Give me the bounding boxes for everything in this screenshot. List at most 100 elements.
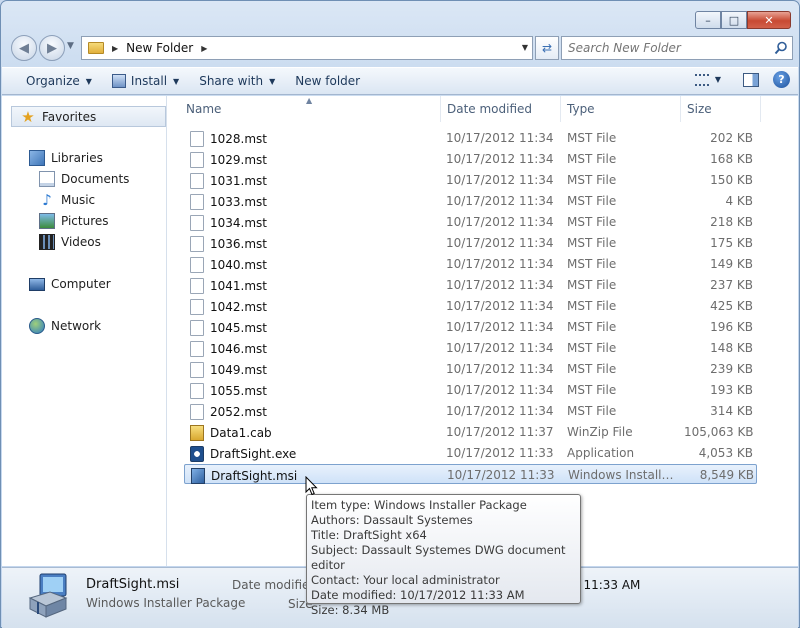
file-type-cell: MST File	[567, 194, 617, 208]
file-row[interactable]: 1029.mst 10/17/2012 11:34 ... MST File 168 …	[184, 149, 757, 169]
file-size-cell: 149 KB	[710, 257, 753, 271]
file-row[interactable]: DraftSight.msi 10/17/2012 11:33 ... Window…	[184, 464, 757, 484]
column-header-size[interactable]: Size	[681, 96, 761, 122]
file-name-cell: 1040.mst	[190, 257, 440, 273]
file-name: 1045.mst	[210, 321, 267, 335]
document-icon	[190, 215, 204, 231]
file-name-cell: 1028.mst	[190, 131, 440, 147]
file-type-cell: MST File	[567, 257, 617, 271]
chevron-down-icon: ▼	[269, 76, 276, 86]
column-header-date[interactable]: Date modified	[441, 96, 561, 122]
file-name: 1041.mst	[210, 279, 267, 293]
file-date-cell: 10/17/2012 11:33 ...	[447, 468, 559, 482]
nav-item-pictures[interactable]: Pictures	[39, 211, 109, 231]
breadcrumb-separator-icon[interactable]: ▶	[201, 44, 207, 53]
command-bar: Organize ▼ Install ▼ Share with ▼ New fo…	[2, 67, 798, 95]
organize-button[interactable]: Organize ▼	[16, 70, 102, 92]
file-date-cell: 10/17/2012 11:34 ...	[446, 320, 558, 334]
search-icon[interactable]	[774, 41, 788, 55]
search-box[interactable]	[561, 36, 793, 60]
file-size-cell: 150 KB	[710, 173, 753, 187]
nav-item-network[interactable]: Network	[29, 316, 101, 336]
column-header-type[interactable]: Type	[561, 96, 681, 122]
view-options-icon[interactable]	[694, 73, 709, 86]
chevron-down-icon[interactable]: ▼	[715, 75, 721, 84]
nav-item-libraries[interactable]: Libraries	[29, 148, 103, 168]
file-row[interactable]: 1041.mst 10/17/2012 11:34 ... MST File 237 …	[184, 275, 757, 295]
file-name: 1031.mst	[210, 174, 267, 188]
file-name-cell: 1049.mst	[190, 362, 440, 378]
file-name-cell: Data1.cab	[190, 425, 440, 441]
file-row[interactable]: 1045.mst 10/17/2012 11:34 ... MST File 196 …	[184, 317, 757, 337]
pictures-icon	[39, 213, 55, 229]
file-row[interactable]: 1046.mst 10/17/2012 11:34 ... MST File 148 …	[184, 338, 757, 358]
file-name: 1034.mst	[210, 216, 267, 230]
file-row[interactable]: 2052.mst 10/17/2012 11:34 ... MST File 314 …	[184, 401, 757, 421]
help-icon[interactable]: ?	[773, 71, 790, 88]
file-date-cell: 10/17/2012 11:34 ...	[446, 341, 558, 355]
file-row[interactable]: DraftSight.exe 10/17/2012 11:33 ... Applic…	[184, 443, 757, 463]
forward-button[interactable]: ▶	[39, 35, 65, 61]
file-date-cell: 10/17/2012 11:34 ...	[446, 236, 558, 250]
install-button[interactable]: Install ▼	[102, 70, 189, 92]
nav-item-favorites[interactable]: ★ Favorites	[11, 106, 166, 127]
file-name: 1046.mst	[210, 342, 267, 356]
file-type-cell: Windows Installer ...	[568, 468, 678, 482]
nav-item-videos[interactable]: Videos	[39, 232, 101, 252]
nav-item-music[interactable]: ♪ Music	[39, 190, 95, 210]
file-row[interactable]: 1042.mst 10/17/2012 11:34 ... MST File 425 …	[184, 296, 757, 316]
column-header-name[interactable]: Name	[168, 96, 441, 122]
document-icon	[190, 131, 204, 147]
file-name-cell: 1055.mst	[190, 383, 440, 399]
file-row[interactable]: 1036.mst 10/17/2012 11:34 ... MST File 175 …	[184, 233, 757, 253]
column-header-label: Date modified	[447, 102, 533, 116]
file-row[interactable]: 1040.mst 10/17/2012 11:34 ... MST File 149 …	[184, 254, 757, 274]
file-name: DraftSight.msi	[211, 469, 298, 483]
close-button[interactable]: ✕	[747, 11, 791, 29]
document-icon	[190, 383, 204, 399]
nav-item-label: Pictures	[61, 214, 109, 228]
file-date-cell: 10/17/2012 11:34 ...	[446, 404, 558, 418]
file-size-cell: 148 KB	[710, 341, 753, 355]
document-icon	[190, 152, 204, 168]
nav-item-computer[interactable]: Computer	[29, 274, 111, 294]
document-icon	[190, 341, 204, 357]
document-icon	[190, 299, 204, 315]
recent-pages-dropdown[interactable]: ▼	[67, 41, 74, 51]
file-size-cell: 202 KB	[710, 131, 753, 145]
back-button[interactable]: ◀	[11, 35, 37, 61]
breadcrumb-current[interactable]: New Folder	[126, 41, 193, 55]
file-size-cell: 105,063 KB	[684, 425, 753, 439]
breadcrumb-separator-icon[interactable]: ▶	[112, 44, 118, 53]
file-row[interactable]: 1034.mst 10/17/2012 11:34 ... MST File 218 …	[184, 212, 757, 232]
minimize-button[interactable]: –	[695, 11, 721, 29]
share-with-button[interactable]: Share with ▼	[189, 70, 285, 92]
folder-icon	[88, 42, 104, 54]
new-folder-button[interactable]: New folder	[285, 70, 370, 92]
file-row[interactable]: 1049.mst 10/17/2012 11:34 ... MST File 239 …	[184, 359, 757, 379]
file-row[interactable]: 1033.mst 10/17/2012 11:34 ... MST File 4 KB	[184, 191, 757, 211]
computer-icon	[29, 277, 45, 291]
preview-pane-icon[interactable]	[743, 72, 759, 87]
nav-item-documents[interactable]: Documents	[39, 169, 129, 189]
file-row[interactable]: 1055.mst 10/17/2012 11:34 ... MST File 193 …	[184, 380, 757, 400]
explorer-window: – □ ✕ ◀ ▶ ▼ ▶ New Folder ▶ ▼ ⇄ Search Ne…	[0, 0, 800, 628]
tooltip-line: Title: DraftSight x64	[311, 528, 427, 542]
document-icon	[190, 236, 204, 252]
maximize-button[interactable]: □	[721, 11, 747, 29]
document-icon	[190, 257, 204, 273]
cab-archive-icon	[190, 425, 204, 441]
file-name-cell: 1041.mst	[190, 278, 440, 294]
file-row[interactable]: Data1.cab 10/17/2012 11:37 ... WinZip File…	[184, 422, 757, 442]
address-bar[interactable]: ▶ New Folder ▶ ▼	[81, 36, 533, 60]
nav-item-label: Network	[51, 319, 102, 333]
refresh-button[interactable]: ⇄	[535, 36, 559, 60]
installer-icon	[191, 468, 205, 484]
file-row[interactable]: 1031.mst 10/17/2012 11:34 ... MST File 150 …	[184, 170, 757, 190]
file-type-cell: MST File	[567, 362, 617, 376]
chevron-down-icon: ▼	[85, 76, 92, 86]
address-dropdown-icon[interactable]: ▼	[522, 43, 528, 52]
nav-item-label: Libraries	[51, 151, 103, 165]
file-row[interactable]: 1028.mst 10/17/2012 11:34 ... MST File 202 …	[184, 128, 757, 148]
search-input[interactable]	[568, 41, 758, 55]
